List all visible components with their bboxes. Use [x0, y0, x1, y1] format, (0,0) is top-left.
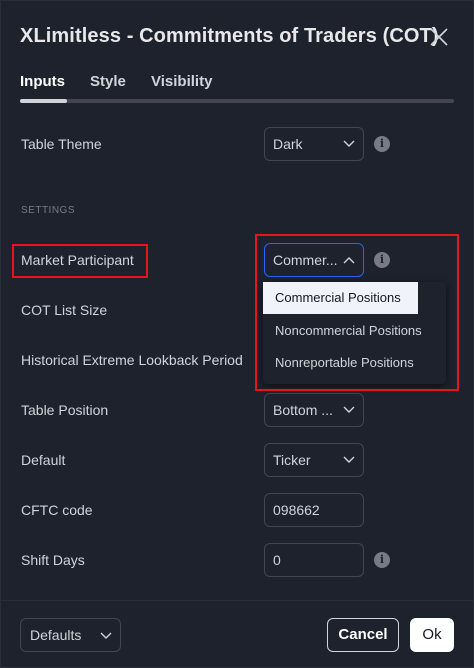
- tab-inputs[interactable]: Inputs: [20, 73, 65, 90]
- section-settings: SETTINGS: [21, 205, 76, 216]
- tab-visibility[interactable]: Visibility: [151, 73, 212, 90]
- cftc-code-label: CFTC code: [21, 502, 93, 518]
- defaults-button[interactable]: Defaults: [20, 618, 121, 652]
- tab-track: [20, 99, 454, 103]
- info-icon[interactable]: i: [374, 136, 390, 152]
- table-position-value: Bottom ...: [273, 402, 333, 418]
- market-participant-label: Market Participant: [21, 252, 134, 268]
- table-theme-value: Dark: [273, 136, 303, 152]
- active-tab-indicator: [20, 99, 67, 103]
- footer-divider: [1, 600, 474, 601]
- table-theme-label: Table Theme: [21, 136, 102, 152]
- cftc-code-input[interactable]: 098662: [264, 493, 364, 527]
- info-icon[interactable]: i: [374, 552, 390, 568]
- table-theme-select[interactable]: Dark: [264, 127, 364, 161]
- shift-days-label: Shift Days: [21, 552, 85, 568]
- chevron-down-icon: [343, 406, 355, 413]
- defaults-label: Defaults: [30, 627, 82, 643]
- cot-list-size-label: COT List Size: [21, 302, 108, 318]
- chevron-down-icon: [343, 456, 355, 463]
- settings-dialog: XLimitless - Commitments of Traders (COT…: [0, 0, 474, 668]
- table-position-label: Table Position: [21, 402, 109, 418]
- dialog-title: XLimitless - Commitments of Traders (COT…: [20, 25, 439, 47]
- close-icon[interactable]: [429, 27, 449, 47]
- cancel-button[interactable]: Cancel: [327, 618, 399, 652]
- default-value: Ticker: [273, 452, 311, 468]
- tab-style[interactable]: Style: [90, 73, 126, 90]
- shift-days-input[interactable]: 0: [264, 543, 364, 577]
- default-select[interactable]: Ticker: [264, 443, 364, 477]
- table-position-select[interactable]: Bottom ...: [264, 393, 364, 427]
- default-label: Default: [21, 452, 66, 468]
- ok-button[interactable]: Ok: [410, 618, 454, 652]
- historical-lookback-label: Historical Extreme Lookback Period: [21, 352, 243, 368]
- highlight-box-dropdown: [255, 234, 459, 391]
- chevron-down-icon: [100, 632, 112, 639]
- chevron-down-icon: [343, 140, 355, 147]
